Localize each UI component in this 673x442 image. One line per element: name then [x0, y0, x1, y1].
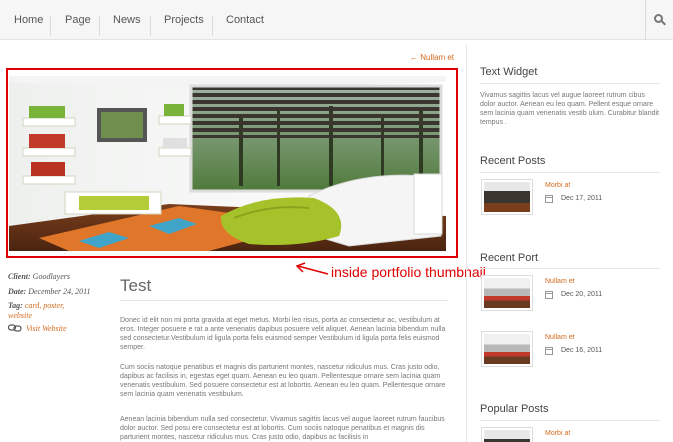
calendar-icon [545, 195, 553, 203]
popular-post-thumbnail[interactable] [481, 427, 533, 442]
recent-port-date: Dec 16, 2011 [561, 347, 603, 354]
recent-posts-title: Recent Posts [480, 155, 546, 167]
visit-website-link[interactable]: Visit Website [26, 324, 67, 333]
link-icon [8, 324, 22, 332]
tag-label: Tag: [8, 301, 23, 310]
title-divider [120, 300, 448, 301]
post-title: Test [120, 276, 152, 295]
client-value: Goodlayers [32, 272, 70, 281]
post-paragraph: Aenean lacinia bibendum nulla sed consec… [120, 416, 445, 441]
popular-post-link[interactable]: Morbi at [545, 430, 570, 437]
recent-port-link[interactable]: Nullam et [545, 278, 575, 285]
recent-post-link[interactable]: Morbi at [545, 182, 570, 189]
search-button[interactable] [645, 0, 673, 40]
recent-post-thumbnail[interactable] [481, 179, 533, 215]
text-widget-title: Text Widget [480, 66, 538, 78]
date-value: December 24, 2011 [28, 287, 91, 296]
search-icon-handle [661, 20, 666, 26]
visit-website-meta: Visit Website [26, 324, 67, 333]
nav-home[interactable]: Home [14, 0, 43, 40]
portfolio-thumbnail[interactable] [9, 76, 446, 251]
post-paragraph: Cum sociis natoque penatibus et magnis d… [120, 364, 446, 398]
nav-contact[interactable]: Contact [226, 0, 264, 40]
calendar-icon [545, 291, 553, 299]
widget-divider [480, 172, 660, 173]
tag-meta: Tag: card, poster, [8, 301, 64, 310]
widget-divider [480, 83, 660, 84]
recent-post-date: Dec 17, 2011 [561, 195, 603, 202]
recent-port-thumbnail[interactable] [481, 275, 533, 311]
nav-page[interactable]: Page [65, 0, 91, 40]
date-label: Date: [8, 287, 27, 296]
nav-separator [212, 16, 213, 36]
tag-links[interactable]: card, poster, [25, 301, 64, 310]
nav-separator [50, 16, 51, 36]
tag-meta-cont: website [8, 311, 32, 320]
calendar-icon [545, 347, 553, 355]
sidebar-divider [466, 44, 467, 442]
client-label: Client: [8, 272, 31, 281]
recent-port-link[interactable]: Nullam et [545, 334, 575, 341]
post-paragraph: Donec id elit non mi porta gravida at eg… [120, 317, 446, 351]
popular-posts-title: Popular Posts [480, 403, 549, 415]
client-meta: Client: Goodlayers [8, 272, 70, 281]
annotation-arrow [295, 262, 329, 275]
widget-divider [480, 268, 660, 269]
widget-divider [480, 420, 660, 421]
recent-port-thumbnail[interactable] [481, 331, 533, 367]
recent-port-date: Dec 20, 2011 [561, 291, 603, 298]
nav-projects[interactable]: Projects [164, 0, 204, 40]
nav-separator [99, 16, 100, 36]
text-widget-body: Vivamus sagittis lacus vel augue laoreet… [480, 92, 659, 126]
back-link[interactable]: ← Nullam et [410, 53, 454, 62]
tag-link-website[interactable]: website [8, 311, 32, 320]
annotation-label: inside portfolio thumbnail [331, 264, 486, 280]
recent-port-title: Recent Port [480, 252, 539, 264]
nav-separator [150, 16, 151, 36]
nav-news[interactable]: News [113, 0, 141, 40]
date-meta: Date: December 24, 2011 [8, 287, 91, 296]
main-navigation: Home Page News Projects Contact [0, 0, 673, 40]
